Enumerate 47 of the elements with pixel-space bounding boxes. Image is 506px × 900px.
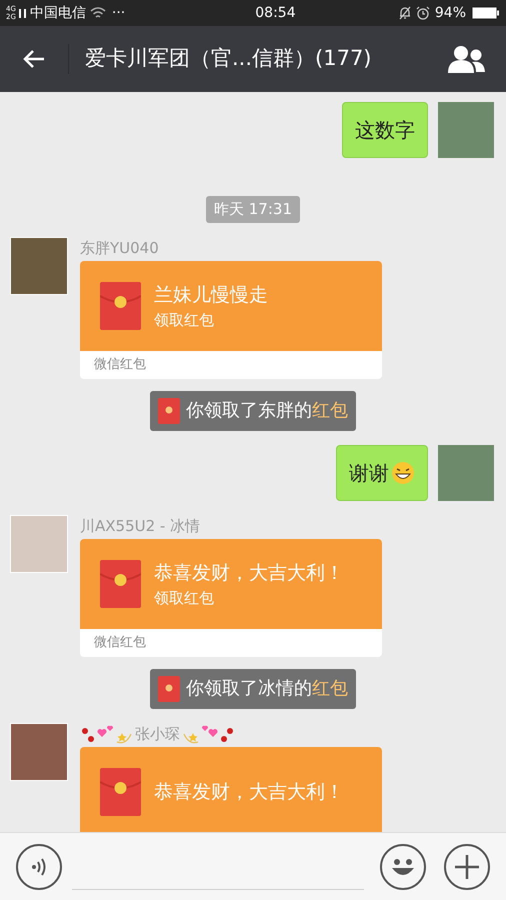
envelope-icon — [100, 560, 141, 608]
muted-bell-icon — [398, 6, 412, 20]
avatar-photo-placeholder[interactable] — [10, 722, 68, 780]
emoji-button[interactable] — [380, 844, 426, 890]
packet-footer: 微信红包 — [94, 632, 146, 652]
money-packet-bubble[interactable]: 恭喜发财，大吉大利！ — [80, 746, 382, 832]
chat-title: 爱卡川军团（官...信群）(177) — [85, 45, 372, 72]
paw-heart-star-icon — [183, 724, 235, 744]
sender-name: 川AX55U2 - 冰情 — [80, 516, 200, 538]
back-arrow-icon[interactable] — [22, 49, 46, 69]
packet-subtitle: 领取红包 — [154, 588, 215, 608]
wifi-icon — [90, 7, 106, 19]
envelope-icon — [100, 768, 141, 816]
message-bubble[interactable]: 这数字 — [342, 102, 428, 158]
message-text: 这数字 — [355, 117, 415, 144]
money-packet-bubble[interactable]: 恭喜发财，大吉大利！ 领取红包 微信红包 — [80, 538, 382, 656]
add-button[interactable] — [444, 844, 490, 890]
more-indicator: ··· — [112, 4, 126, 22]
timestamp: 昨天 17:31 — [206, 196, 300, 222]
message-bubble[interactable]: 谢谢 — [336, 444, 428, 500]
paw-heart-star-icon — [80, 724, 132, 744]
sender-name: 张小琛 — [135, 724, 180, 746]
battery-icon — [472, 7, 500, 19]
packet-footer: 微信红包 — [94, 354, 146, 374]
envelope-icon — [158, 676, 180, 702]
notice-text: 你领取了冰情的红包 — [186, 677, 348, 701]
envelope-icon — [158, 398, 180, 424]
signal-icon — [18, 7, 28, 19]
envelope-icon — [100, 282, 141, 330]
sender-name: 东胖YU040 — [80, 238, 159, 260]
packet-subtitle: 领取红包 — [154, 310, 215, 330]
avatar-photo-placeholder[interactable] — [10, 236, 68, 294]
packet-title: 兰妹儿慢慢走 — [154, 282, 268, 308]
group-members-icon[interactable] — [448, 45, 486, 73]
battery-percent: 94% — [434, 4, 466, 22]
voice-icon — [31, 856, 47, 876]
clock-time: 08:54 — [255, 4, 296, 22]
notice-text: 你领取了东胖的红包 — [186, 399, 348, 423]
packet-title: 恭喜发财，大吉大利！ — [154, 560, 344, 586]
voice-button[interactable] — [16, 844, 62, 890]
alarm-clock-icon — [416, 6, 430, 20]
grinning-face-icon — [391, 460, 415, 484]
packet-title: 恭喜发财，大吉大利！ — [154, 780, 344, 804]
plus-icon — [454, 854, 480, 880]
message-text: 谢谢 — [349, 460, 389, 486]
carrier-name: 中国电信 — [30, 4, 86, 22]
money-packet-bubble[interactable]: 兰妹儿慢慢走 领取红包 微信红包 — [80, 260, 382, 378]
